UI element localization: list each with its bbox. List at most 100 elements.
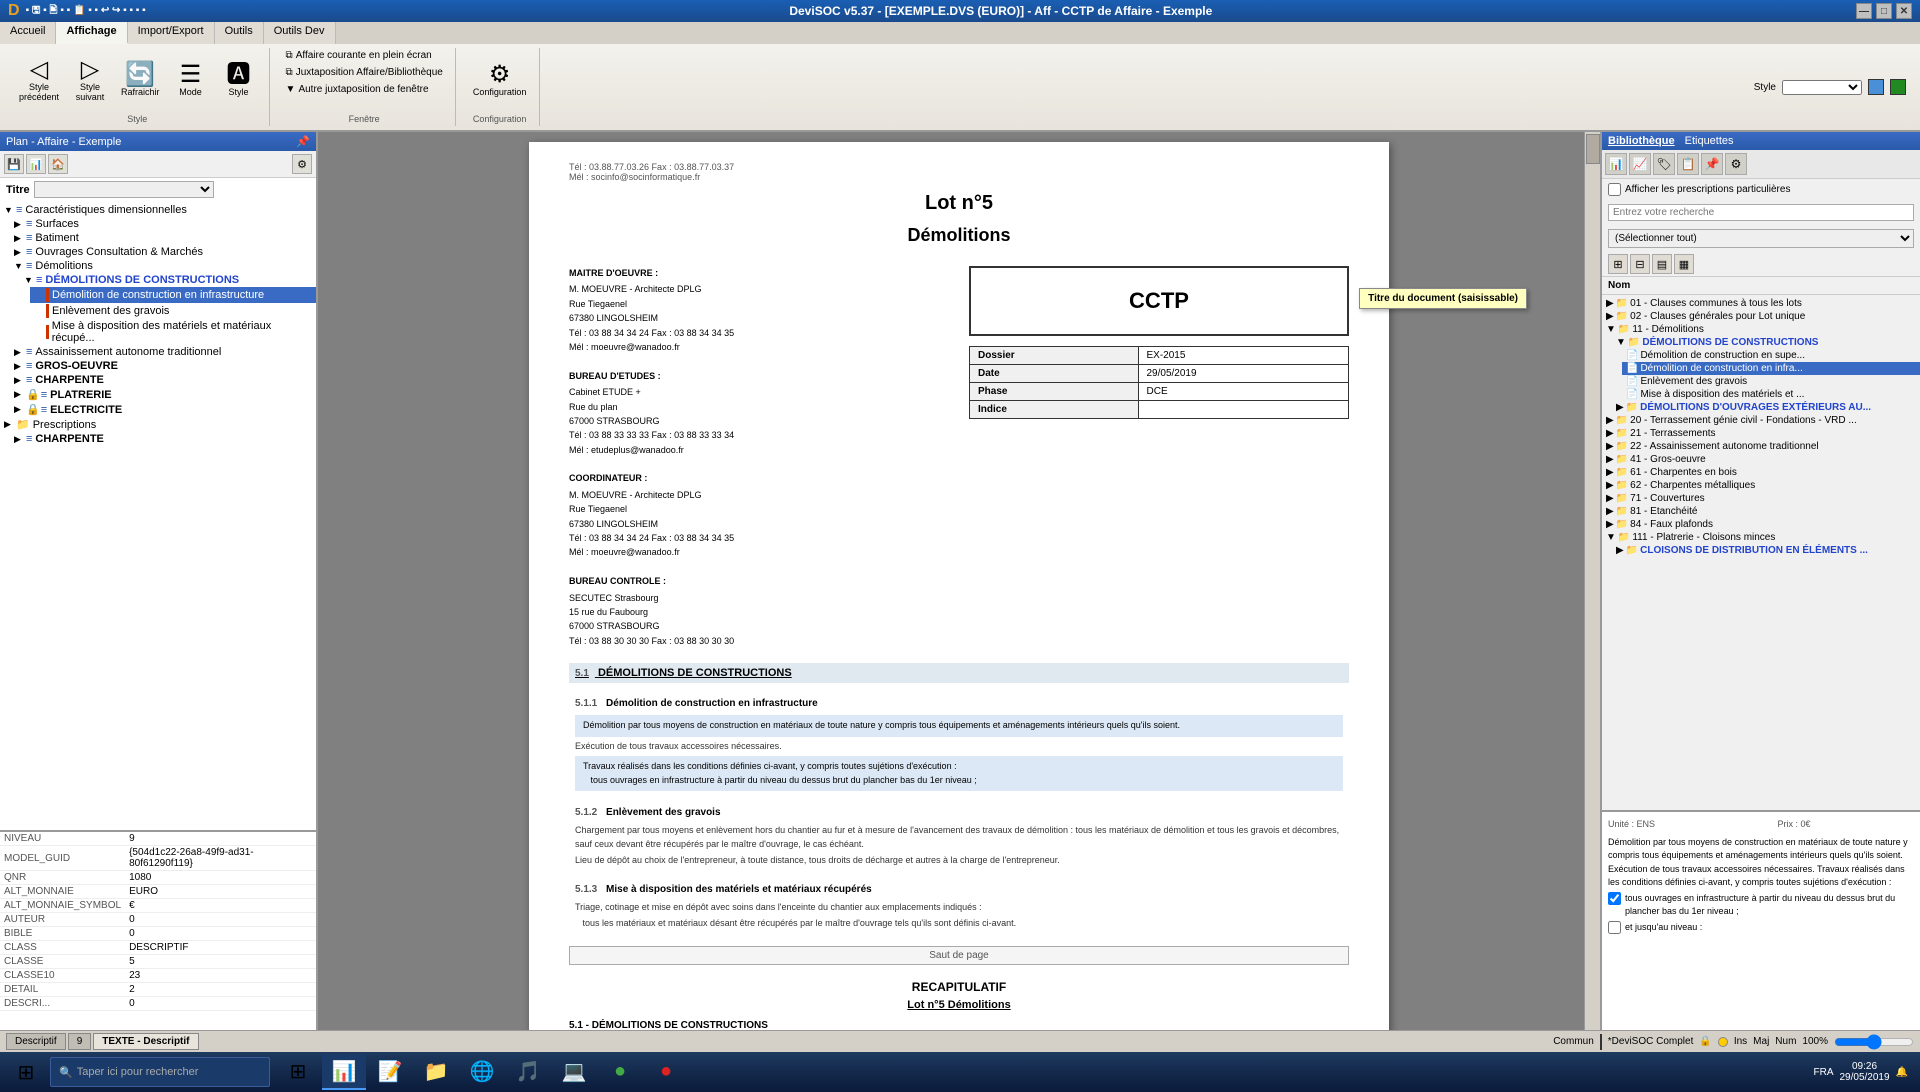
taskbar-app-red[interactable]: ● <box>644 1054 688 1090</box>
configuration-button[interactable]: ⚙ Configuration <box>468 60 532 100</box>
right-search-input[interactable] <box>1608 204 1914 221</box>
scrollbar-vertical[interactable] <box>1584 132 1600 1030</box>
tab-import-export[interactable]: Import/Export <box>128 22 215 44</box>
plein-ecran-button[interactable]: ⧉ Affaire courante en plein écran <box>282 48 447 63</box>
right-tree-couvertures[interactable]: ▶ 📁 71 - Couvertures <box>1602 492 1920 505</box>
cctp-box[interactable]: CCTP Titre du document (saisissable) <box>969 266 1349 336</box>
r-btn-view2[interactable]: ▦ <box>1674 254 1694 274</box>
right-tree-clauses-generales[interactable]: ▶ 📁 02 - Clauses générales pour Lot uniq… <box>1602 310 1920 323</box>
tab-outils-dev[interactable]: Outils Dev <box>264 22 336 44</box>
tree-item-gros-oeuvre[interactable]: ▶ ≡ GROS-OEUVRE <box>10 359 316 373</box>
left-panel-pin-icon[interactable]: 📌 <box>296 135 310 148</box>
prescriptions-checkbox-input[interactable] <box>1608 183 1621 196</box>
tab-affichage[interactable]: Affichage <box>56 22 127 44</box>
center-document-area[interactable]: Tél : 03.88.77.03.26 Fax : 03.88.77.03.3… <box>318 132 1600 1030</box>
settings-btn[interactable]: ⚙ <box>292 154 312 174</box>
preview-checkbox-1[interactable] <box>1608 892 1621 905</box>
right-tree-demo-ouvrages-ext[interactable]: ▶ 📁 DÉMOLITIONS D'OUVRAGES EXTÉRIEURS AU… <box>1612 401 1920 414</box>
tree-item-demo-infra[interactable]: Démolition de construction en infrastruc… <box>30 287 316 303</box>
statusbar-tab-texte[interactable]: TEXTE - Descriptif <box>93 1033 198 1050</box>
right-btn-5[interactable]: 📌 <box>1701 153 1723 175</box>
style-dropdown[interactable] <box>1782 80 1862 95</box>
taskbar-app-word[interactable]: 📝 <box>368 1054 412 1090</box>
right-tree-demolitions[interactable]: ▼ 📁 11 - Démolitions <box>1602 323 1920 336</box>
tree-item-platrerie[interactable]: ▶ 🔒 ≡ PLATRERIE <box>10 387 316 402</box>
toolbar-btn-3[interactable]: 🏠 <box>48 154 68 174</box>
right-tree-mise-dispo[interactable]: 📄 Mise à disposition des matériels et ..… <box>1622 388 1920 401</box>
style-button[interactable]: 🅰 Style <box>217 60 261 100</box>
right-btn-1[interactable]: 📊 <box>1605 153 1627 175</box>
rafraichir-button[interactable]: 🔄 Rafraichir <box>116 60 165 100</box>
close-button[interactable]: ✕ <box>1896 3 1912 19</box>
style-suivant-button[interactable]: ▷ Stylesuivant <box>68 55 112 105</box>
tree-item-charpente[interactable]: ▶ ≡ CHARPENTE <box>10 373 316 387</box>
tab-accueil[interactable]: Accueil <box>0 22 56 44</box>
right-tree-gros-oeuvre[interactable]: ▶ 📁 41 - Gros-oeuvre <box>1602 453 1920 466</box>
tree-item-electricite[interactable]: ▶ 🔒 ≡ ELECTRICITE <box>10 402 316 417</box>
scrollbar-thumb[interactable] <box>1586 134 1600 164</box>
expand-icon: ▶ <box>1616 545 1624 556</box>
show-prescriptions-checkbox[interactable]: Afficher les prescriptions particulières <box>1602 179 1920 200</box>
right-tree-etancheite[interactable]: ▶ 📁 81 - Etanchéité <box>1602 505 1920 518</box>
right-btn-4[interactable]: 📋 <box>1677 153 1699 175</box>
tree-item-batiment[interactable]: ▶ ≡ Batiment <box>10 231 316 245</box>
title-dropdown[interactable] <box>34 181 214 198</box>
tree-item-demo-constructions[interactable]: ▼ ≡ DÉMOLITIONS DE CONSTRUCTIONS <box>20 273 316 287</box>
right-tree-demo-supe[interactable]: 📄 Démolition de construction en supe... <box>1622 349 1920 362</box>
right-tree-clauses-communes[interactable]: ▶ 📁 01 - Clauses communes à tous les lot… <box>1602 297 1920 310</box>
tab-outils[interactable]: Outils <box>215 22 264 44</box>
right-btn-3[interactable]: 🏷 <box>1653 153 1675 175</box>
taskbar-app-vs[interactable]: 💻 <box>552 1054 596 1090</box>
tree-item-charpente2[interactable]: ▶ ≡ CHARPENTE <box>10 432 316 446</box>
right-tree-faux-plafonds[interactable]: ▶ 📁 84 - Faux plafonds <box>1602 518 1920 531</box>
zoom-slider[interactable] <box>1834 1035 1914 1049</box>
minimize-button[interactable]: — <box>1856 3 1872 19</box>
tree-item-enlevement[interactable]: Enlèvement des gravois <box>30 303 316 319</box>
right-tab-bibliotheque[interactable]: Bibliothèque <box>1608 135 1675 147</box>
right-btn-2[interactable]: 📈 <box>1629 153 1651 175</box>
taskbar-search-input[interactable] <box>77 1066 237 1078</box>
right-btn-6[interactable]: ⚙ <box>1725 153 1747 175</box>
start-button[interactable]: ⊞ <box>4 1054 48 1090</box>
mode-button[interactable]: ☰ Mode <box>169 60 213 100</box>
maximize-button[interactable]: □ <box>1876 3 1892 19</box>
tree-item-surfaces[interactable]: ▶ ≡ Surfaces <box>10 217 316 231</box>
preview-checkbox-2[interactable] <box>1608 921 1621 934</box>
right-tree-terrassement[interactable]: ▶ 📁 20 - Terrassement génie civil - Fond… <box>1602 414 1920 427</box>
statusbar-tab-9[interactable]: 9 <box>68 1033 92 1050</box>
juxtaposition-button[interactable]: ⧉ Juxtaposition Affaire/Bibliothèque <box>282 65 447 80</box>
taskbar-app-task-view[interactable]: ⊞ <box>276 1054 320 1090</box>
right-tree-assainissement[interactable]: ▶ 📁 22 - Assainissement autonome traditi… <box>1602 440 1920 453</box>
notification-icon[interactable]: 🔔 <box>1896 1067 1908 1078</box>
tree-item-mise-dispo[interactable]: Mise à disposition des matériels et maté… <box>30 319 316 345</box>
right-tree-enlevement[interactable]: 📄 Enlèvement des gravois <box>1622 375 1920 388</box>
right-tree-demo-infra[interactable]: 📄 Démolition de construction en infra... <box>1622 362 1920 375</box>
style-precedent-button[interactable]: ◁ Styleprécédent <box>14 55 64 105</box>
toolbar-btn-2[interactable]: 📊 <box>26 154 46 174</box>
tree-item-demolitions-group[interactable]: ▼ ≡ Démolitions <box>10 259 316 273</box>
tree-item-prescriptions[interactable]: ▶ 📁 Prescriptions <box>0 417 316 432</box>
right-tab-etiquettes[interactable]: Etiquettes <box>1685 135 1734 147</box>
taskbar-app-chrome[interactable]: 🌐 <box>460 1054 504 1090</box>
right-tree-cloisons[interactable]: ▶ 📁 CLOISONS DE DISTRIBUTION EN ÉLÉMENTS… <box>1612 544 1920 557</box>
right-tree-terrassements[interactable]: ▶ 📁 21 - Terrassements <box>1602 427 1920 440</box>
right-tree-charpentes-bois[interactable]: ▶ 📁 61 - Charpentes en bois <box>1602 466 1920 479</box>
right-tree-demo-constructions[interactable]: ▼ 📁 DÉMOLITIONS DE CONSTRUCTIONS <box>1612 336 1920 349</box>
autre-juxtaposition-button[interactable]: ▼ Autre juxtaposition de fenêtre <box>282 82 447 97</box>
taskbar-app-devisoc[interactable]: 📊 <box>322 1054 366 1090</box>
right-tree-charpentes-metal[interactable]: ▶ 📁 62 - Charpentes métalliques <box>1602 479 1920 492</box>
r-btn-view1[interactable]: ▤ <box>1652 254 1672 274</box>
r-btn-collapse[interactable]: ⊟ <box>1630 254 1650 274</box>
dossier-label: Dossier <box>970 347 1139 365</box>
tree-item-ouvrages[interactable]: ▶ ≡ Ouvrages Consultation & Marchés <box>10 245 316 259</box>
r-btn-expand[interactable]: ⊞ <box>1608 254 1628 274</box>
tree-item-carac[interactable]: ▼ ≡ Caractéristiques dimensionnelles <box>0 203 316 217</box>
toolbar-btn-1[interactable]: 💾 <box>4 154 24 174</box>
right-tree-platrerie[interactable]: ▼ 📁 111 - Platrerie - Cloisons minces <box>1602 531 1920 544</box>
taskbar-app-green[interactable]: ● <box>598 1054 642 1090</box>
statusbar-tab-descriptif[interactable]: Descriptif <box>6 1033 66 1050</box>
taskbar-app-explorer[interactable]: 📁 <box>414 1054 458 1090</box>
taskbar-app-media[interactable]: 🎵 <box>506 1054 550 1090</box>
tree-item-assainissement[interactable]: ▶ ≡ Assainissement autonome traditionnel <box>10 345 316 359</box>
right-filter-dropdown[interactable]: (Sélectionner tout) <box>1608 229 1914 248</box>
